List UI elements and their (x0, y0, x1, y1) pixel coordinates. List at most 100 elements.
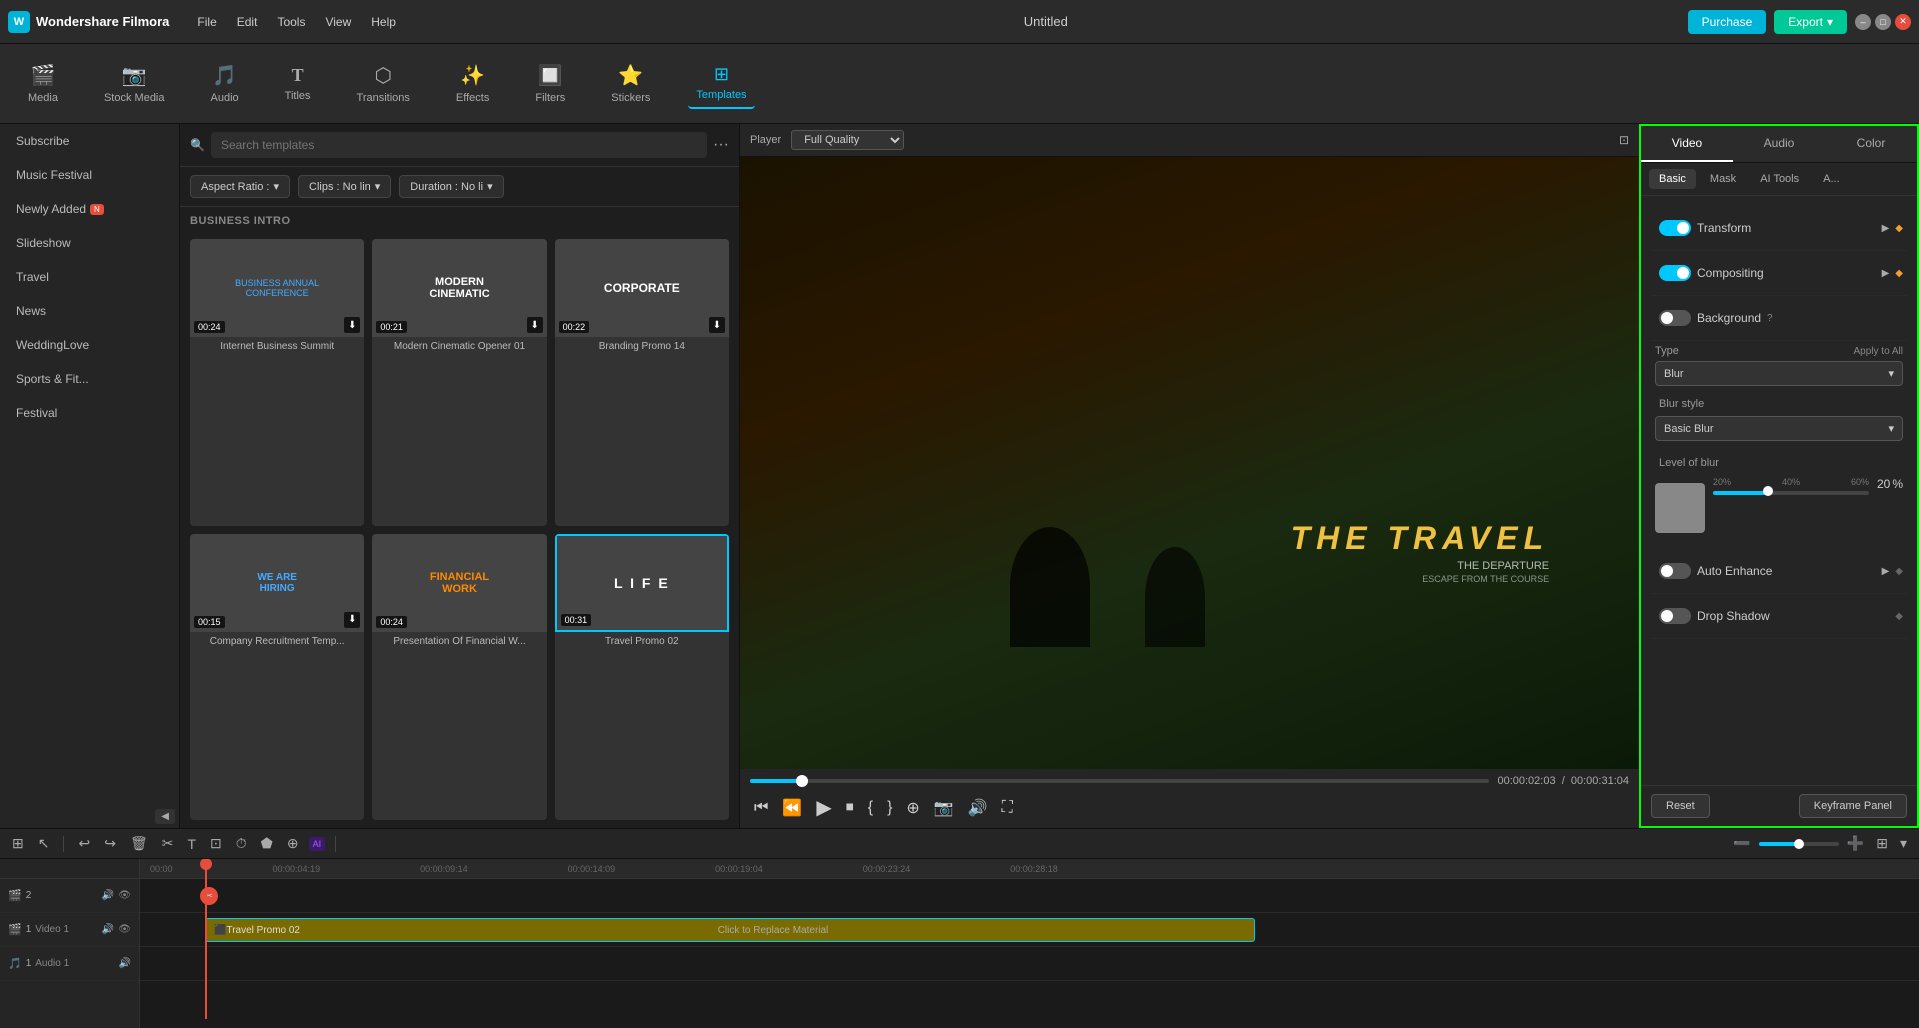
snap-button[interactable]: ⊕ (902, 796, 923, 820)
sidebar-item-slideshow[interactable]: Slideshow (0, 226, 179, 260)
card-download-4[interactable]: ⬇ (344, 612, 360, 628)
drop-shadow-toggle[interactable] (1659, 608, 1691, 624)
sidebar-item-festival[interactable]: Festival (0, 396, 179, 430)
toolbar-titles[interactable]: T Titles (277, 59, 319, 108)
blur-style-dropdown[interactable]: Basic Blur ▾ (1655, 416, 1903, 441)
tab-audio[interactable]: Audio (1733, 126, 1825, 162)
tl-keyframe-button[interactable]: ⬟ (257, 833, 277, 854)
blur-dropdown[interactable]: Blur ▾ (1655, 361, 1903, 386)
main-clip[interactable]: ⬛ Travel Promo 02 Click to Replace Mater… (205, 918, 1255, 942)
template-card-4[interactable]: WE AREHIRING 00:15 ⬇ Company Recruitment… (190, 534, 364, 821)
toolbar-filters[interactable]: 🔲 Filters (527, 57, 573, 110)
progress-bar[interactable] (750, 779, 1489, 783)
blur-level-bar[interactable] (1713, 491, 1869, 495)
auto-enhance-chevron-icon[interactable]: ▶ (1882, 566, 1890, 577)
auto-enhance-toggle[interactable] (1659, 563, 1691, 579)
track-v1-lock-icon[interactable]: 🔊 (102, 924, 114, 935)
subtab-basic[interactable]: Basic (1649, 169, 1696, 189)
template-card-1[interactable]: BUSINESS ANNUALCONFERENCE 00:24 ⬇ Intern… (190, 239, 364, 526)
skip-back-button[interactable]: ⏮ (750, 797, 772, 819)
tab-video[interactable]: Video (1641, 126, 1733, 162)
tl-crop-button[interactable]: ⊡ (206, 833, 226, 854)
keyframe-panel-button[interactable]: Keyframe Panel (1799, 794, 1907, 818)
volume-button[interactable]: 🔊 (964, 796, 992, 820)
transform-toggle[interactable] (1659, 220, 1691, 236)
tl-select-tool-button[interactable]: ↖ (34, 833, 54, 854)
sidebar-item-sports[interactable]: Sports & Fit... (0, 362, 179, 396)
minimize-button[interactable]: – (1855, 14, 1871, 30)
tl-add-track-button[interactable]: ⊞ (8, 833, 28, 854)
export-button[interactable]: Export ▾ (1774, 10, 1847, 34)
tl-redo-button[interactable]: ↪ (100, 833, 120, 854)
drop-shadow-diamond-icon[interactable]: ◆ (1895, 611, 1903, 622)
subtab-more[interactable]: A... (1813, 169, 1850, 189)
template-card-3[interactable]: CORPORATE 00:22 ⬇ Branding Promo 14 (555, 239, 729, 526)
apply-to-all-button[interactable]: Apply to All (1854, 346, 1903, 357)
sidebar-item-weddinglove[interactable]: WeddingLove (0, 328, 179, 362)
more-options-button[interactable]: ··· (713, 136, 729, 154)
toolbar-templates[interactable]: ⊞ Templates (688, 58, 754, 109)
toolbar-audio[interactable]: 🎵 Audio (203, 57, 247, 110)
subtab-mask[interactable]: Mask (1700, 169, 1746, 189)
collapse-button[interactable]: ◀ (155, 809, 175, 824)
play-button[interactable]: ▶ (812, 793, 835, 822)
tl-ai-button[interactable]: AI (309, 837, 326, 851)
toolbar-stickers[interactable]: ⭐ Stickers (603, 57, 658, 110)
menu-help[interactable]: Help (363, 11, 404, 33)
aspect-ratio-filter[interactable]: Aspect Ratio : ▾ (190, 175, 290, 198)
compositing-diamond-icon[interactable]: ◆ (1895, 268, 1903, 279)
template-card-6[interactable]: L I F E 00:31 Travel Promo 02 (555, 534, 729, 821)
template-card-2[interactable]: MODERNCINEMATIC 00:21 ⬇ Modern Cinematic… (372, 239, 546, 526)
tl-layout-button[interactable]: ⊞ (1872, 833, 1892, 854)
background-toggle[interactable] (1659, 310, 1691, 326)
tl-more-button[interactable]: ▾ (1896, 833, 1911, 854)
track-v2-lock-icon[interactable]: 🔊 (102, 890, 114, 901)
tl-group-button[interactable]: ⊕ (283, 833, 303, 854)
reset-button[interactable]: Reset (1651, 794, 1710, 818)
tl-cut-button[interactable]: ✂ (158, 833, 178, 854)
sidebar-item-subscribe[interactable]: Subscribe (0, 124, 179, 158)
tl-undo-button[interactable]: ↩ (74, 833, 94, 854)
screenshot-button[interactable]: 📷 (930, 796, 958, 820)
template-card-5[interactable]: FINANCIALWORK 00:24 Presentation Of Fina… (372, 534, 546, 821)
tl-text-button[interactable]: T (183, 834, 200, 854)
menu-file[interactable]: File (189, 11, 224, 33)
tl-zoom-out-button[interactable]: ➖ (1729, 833, 1754, 854)
maximize-button[interactable]: □ (1875, 14, 1891, 30)
search-input[interactable] (211, 132, 707, 158)
sidebar-item-news[interactable]: News (0, 294, 179, 328)
toolbar-transitions[interactable]: ⬡ Transitions (349, 57, 418, 110)
clips-no-filter[interactable]: Clips : No lin ▾ (298, 175, 391, 198)
stop-button[interactable]: ⏹ (842, 797, 858, 819)
mark-in-button[interactable]: { (864, 797, 877, 819)
card-download-1[interactable]: ⬇ (344, 317, 360, 333)
card-download-2[interactable]: ⬇ (527, 317, 543, 333)
toolbar-media[interactable]: 🎬 Media (20, 57, 66, 110)
tl-zoom-in-button[interactable]: ➕ (1843, 833, 1868, 854)
tl-speed-button[interactable]: ⏱ (232, 833, 251, 854)
card-download-3[interactable]: ⬇ (709, 317, 725, 333)
compositing-toggle[interactable] (1659, 265, 1691, 281)
track-v1-eye-icon[interactable]: 👁 (118, 924, 131, 935)
transform-diamond-icon[interactable]: ◆ (1895, 223, 1903, 234)
tl-delete-button[interactable]: 🗑 (126, 833, 152, 854)
sidebar-item-newly-added[interactable]: Newly Added N (0, 192, 179, 226)
subtab-ai-tools[interactable]: AI Tools (1750, 169, 1809, 189)
fullscreen-icon[interactable]: ⊡ (1619, 133, 1629, 147)
compositing-chevron-icon[interactable]: ▶ (1882, 268, 1890, 279)
menu-tools[interactable]: Tools (269, 11, 313, 33)
zoom-bar[interactable] (1759, 842, 1839, 846)
quality-select[interactable]: Full Quality Half Quality Quarter Qualit… (791, 130, 904, 150)
toolbar-effects[interactable]: ✨ Effects (448, 57, 497, 110)
menu-view[interactable]: View (317, 11, 359, 33)
transform-chevron-icon[interactable]: ▶ (1882, 223, 1890, 234)
close-button[interactable]: ✕ (1895, 14, 1911, 30)
purchase-button[interactable]: Purchase (1688, 10, 1767, 34)
sidebar-item-music-festival[interactable]: Music Festival (0, 158, 179, 192)
tab-color[interactable]: Color (1825, 126, 1917, 162)
track-v2-eye-icon[interactable]: 👁 (118, 890, 131, 901)
toolbar-stock-media[interactable]: 📷 Stock Media (96, 57, 173, 110)
auto-enhance-diamond-icon[interactable]: ◆ (1895, 566, 1903, 577)
duration-filter[interactable]: Duration : No li ▾ (399, 175, 503, 198)
mark-out-button[interactable]: } (883, 797, 896, 819)
